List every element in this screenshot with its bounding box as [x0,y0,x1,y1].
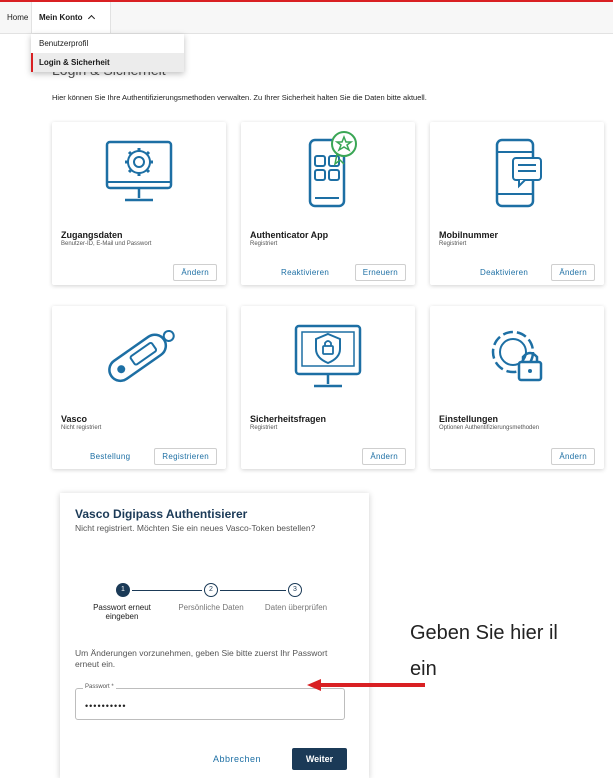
card-title: Zugangsdaten [61,230,123,240]
sicherheitsfragen-aendern-button[interactable]: Ändern [362,448,406,465]
stepper-line [132,590,202,591]
cancel-button[interactable]: Abbrechen [213,754,261,764]
card-image [241,306,415,406]
card-subtitle: Benutzer-ID, E-Mail und Passwort [61,241,152,247]
card-title: Mobilnummer [439,230,499,240]
card-subtitle: Registriert [250,241,278,247]
step-2-indicator: 2 [204,583,218,597]
mobilnummer-aendern-button[interactable]: Ändern [551,264,595,281]
card-authenticator-app: Authenticator App Registriert Reaktivier… [241,122,415,285]
monitor-shield-icon [294,324,362,388]
card-sicherheitsfragen: Sicherheitsfragen Registriert Ändern [241,306,415,469]
monitor-gear-icon [105,140,173,202]
vasco-order-dialog: Vasco Digipass Authentisierer Nicht regi… [60,493,369,778]
progress-stepper: 1 2 3 Passwort erneut eingeben Persönlic… [60,583,369,633]
card-subtitle: Optionen Authentifizierungsmethoden [439,425,540,431]
instruction-annotation: Geben Sie hier il ein [410,615,558,687]
vasco-registrieren-button[interactable]: Registrieren [154,448,217,465]
card-image [52,306,226,406]
annotation-line-1: Geben Sie hier il [410,622,558,644]
card-zugangsdaten: Zugangsdaten Benutzer-ID, E-Mail und Pas… [52,122,226,285]
top-navigation: Home Mein Konto [0,2,613,34]
token-device-icon [108,329,175,383]
card-subtitle: Nicht registriert [61,425,102,431]
card-vasco: Vasco Nicht registriert Bestellung Regis… [52,306,226,469]
phone-chat-icon [495,138,542,208]
gear-lock-icon [491,330,543,382]
card-title: Einstellungen [439,414,499,424]
mobilnummer-deaktivieren-link[interactable]: Deaktivieren [480,264,528,281]
card-subtitle: Registriert [439,241,467,247]
step-2-label: Persönliche Daten [178,603,244,612]
next-button[interactable]: Weiter [292,748,347,770]
step-3-indicator: 3 [288,583,302,597]
page-intro: Hier können Sie Ihre Authentifizierungsm… [52,93,427,102]
nav-account-menu[interactable]: Mein Konto [31,2,111,33]
password-field[interactable]: Passwort * •••••••••• [75,684,345,720]
password-label: Passwort * [83,684,116,690]
card-image [430,122,604,222]
password-value: •••••••••• [85,701,127,711]
card-title: Vasco [61,414,88,424]
einstellungen-aendern-button[interactable]: Ändern [551,448,595,465]
card-title: Sicherheitsfragen [250,414,327,424]
phone-app-badge-icon [308,131,357,208]
dialog-title: Vasco Digipass Authentisierer [75,507,248,521]
card-subtitle: Registriert [250,425,278,431]
zugangsdaten-aendern-button[interactable]: Ändern [173,264,217,281]
menu-item-login-sicherheit[interactable]: Login & Sicherheit [31,53,184,72]
card-image [52,122,226,222]
vasco-bestellung-link[interactable]: Bestellung [90,448,130,465]
step-3-label: Daten überprüfen [264,603,328,612]
account-dropdown: Benutzerprofil Login & Sicherheit [31,34,184,72]
step-1-label: Passwort erneut eingeben [93,603,151,621]
card-mobilnummer: Mobilnummer Registriert Deaktivieren Änd… [430,122,604,285]
authenticator-reaktivieren-link[interactable]: Reaktivieren [281,264,329,281]
card-image [430,306,604,406]
dialog-subtitle: Nicht registriert. Möchten Sie ein neues… [75,523,316,533]
step-1-indicator: 1 [116,583,130,597]
card-einstellungen: Einstellungen Optionen Authentifizierung… [430,306,604,469]
red-arrow-annotation [307,679,425,691]
card-title: Authenticator App [250,230,329,240]
nav-account-label: Mein Konto [39,13,83,22]
chevron-up-icon [87,14,95,23]
authenticator-erneuern-button[interactable]: Erneuern [354,264,406,281]
menu-item-benutzerprofil[interactable]: Benutzerprofil [31,34,184,53]
card-image [241,122,415,222]
annotation-line-2: ein [410,658,437,680]
dialog-instruction: Um Änderungen vorzunehmen, geben Sie bit… [75,648,328,669]
stepper-line [220,590,286,591]
